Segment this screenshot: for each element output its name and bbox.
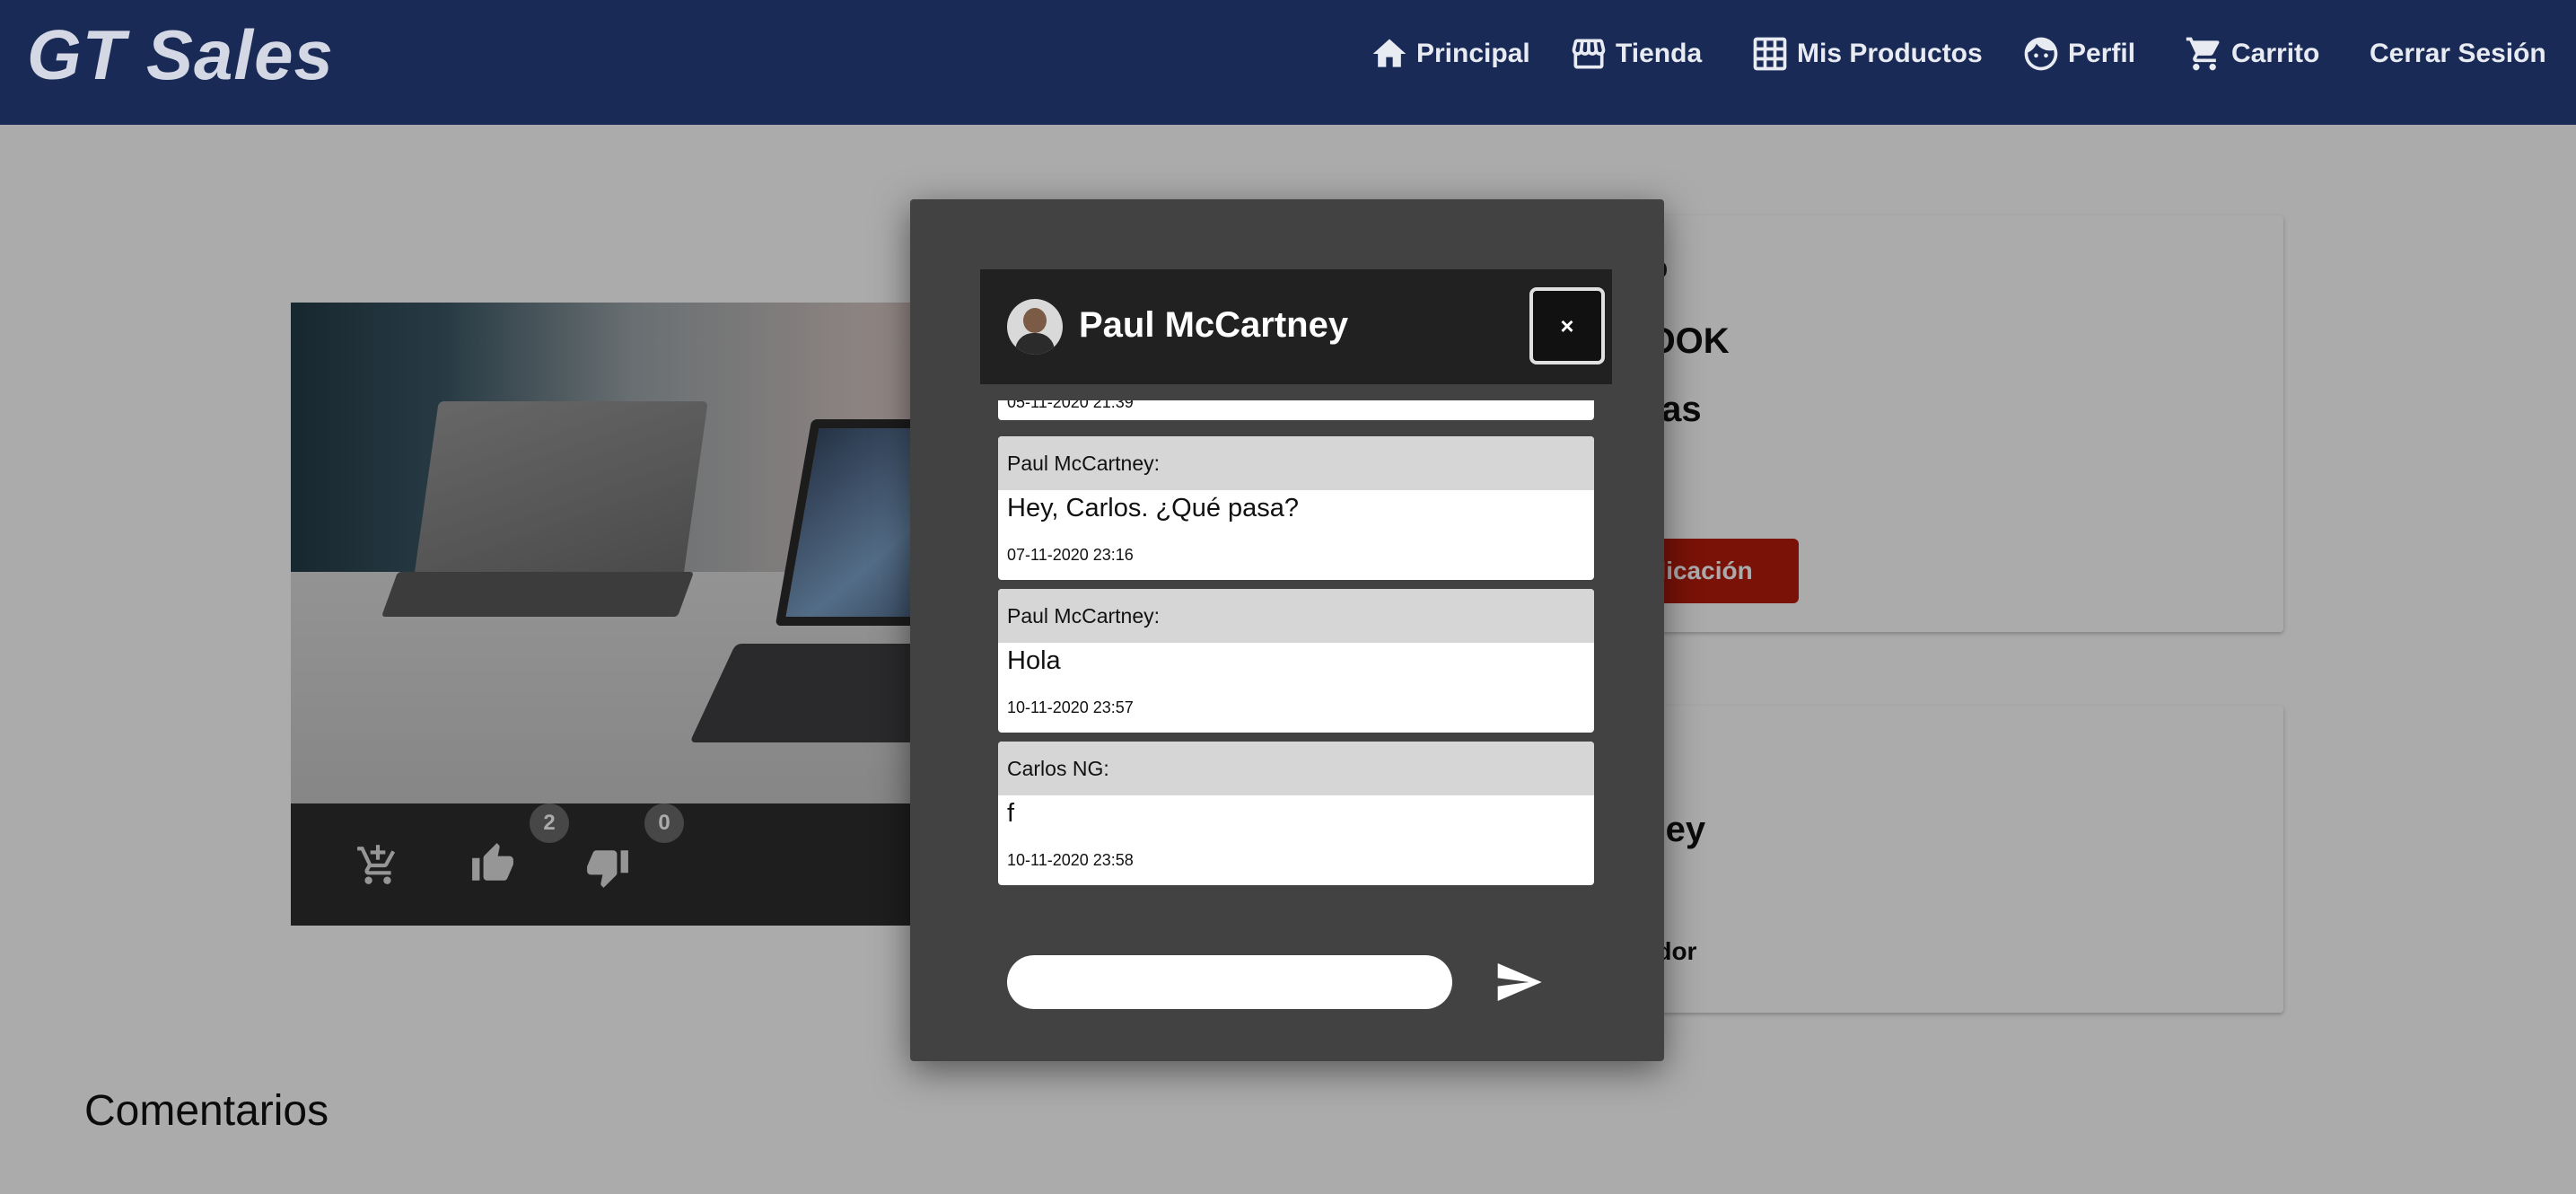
nav-item-mis-productos[interactable]: Mis Productos xyxy=(1750,34,1983,74)
message-text: f xyxy=(1007,799,1015,828)
cart-icon xyxy=(2186,37,2220,71)
nav-item-perfil[interactable]: Perfil xyxy=(2021,34,2135,74)
message-time: 10-11-2020 23:58 xyxy=(1007,851,1134,869)
nav-label-perfil: Perfil xyxy=(2068,39,2136,68)
nav-label-principal: Principal xyxy=(1416,39,1530,68)
list-item: Carlos NG: f 10-11-2020 23:58 xyxy=(998,742,1594,885)
nav-item-principal[interactable]: Principal xyxy=(1370,34,1530,74)
list-item: Paul McCartney: Hola 10-11-2020 23:57 xyxy=(998,589,1594,733)
send-icon[interactable] xyxy=(1494,957,1544,1007)
message-time: 10-11-2020 23:57 xyxy=(1007,698,1134,716)
chat-header: Paul McCartney × xyxy=(980,269,1612,384)
grid-icon xyxy=(1753,37,1787,71)
face-icon xyxy=(2024,37,2058,71)
message-time: 07-11-2020 23:16 xyxy=(1007,546,1134,564)
logout-label: Cerrar Sesión xyxy=(2370,39,2546,68)
message-sender: Carlos NG: xyxy=(998,742,1594,795)
list-item: 05-11-2020 21:39 xyxy=(998,400,1594,420)
list-item: Paul McCartney: Hey, Carlos. ¿Qué pasa? 07… xyxy=(998,436,1594,580)
logout-link[interactable]: Cerrar Sesión xyxy=(2370,34,2546,74)
nav-item-tienda[interactable]: Tienda xyxy=(1569,34,1702,74)
nav-label-carrito: Carrito xyxy=(2231,39,2320,68)
message-text: Hey, Carlos. ¿Qué pasa? xyxy=(1007,494,1300,522)
close-button[interactable]: × xyxy=(1529,287,1605,364)
store-icon xyxy=(1572,39,1606,69)
message-input[interactable] xyxy=(1007,955,1452,1009)
avatar xyxy=(1007,299,1063,355)
nav-label-tienda: Tienda xyxy=(1616,39,1703,68)
chat-contact-name: Paul McCartney xyxy=(1079,305,1349,345)
message-time: 05-11-2020 21:39 xyxy=(1007,400,1134,411)
brand-logo[interactable]: GT Sales xyxy=(27,14,334,96)
navbar: GT Sales Principal Tienda Mis Productos … xyxy=(0,0,2576,125)
home-icon xyxy=(1372,39,1406,67)
nav-item-carrito[interactable]: Carrito xyxy=(2185,34,2319,74)
message-sender: Paul McCartney: xyxy=(998,589,1594,643)
chat-modal: Paul McCartney × 05-11-2020 21:39 Paul M… xyxy=(910,199,1664,1061)
message-text: Hola xyxy=(1007,646,1061,675)
message-sender: Paul McCartney: xyxy=(998,436,1594,490)
nav-label-mis-productos: Mis Productos xyxy=(1797,39,1983,68)
